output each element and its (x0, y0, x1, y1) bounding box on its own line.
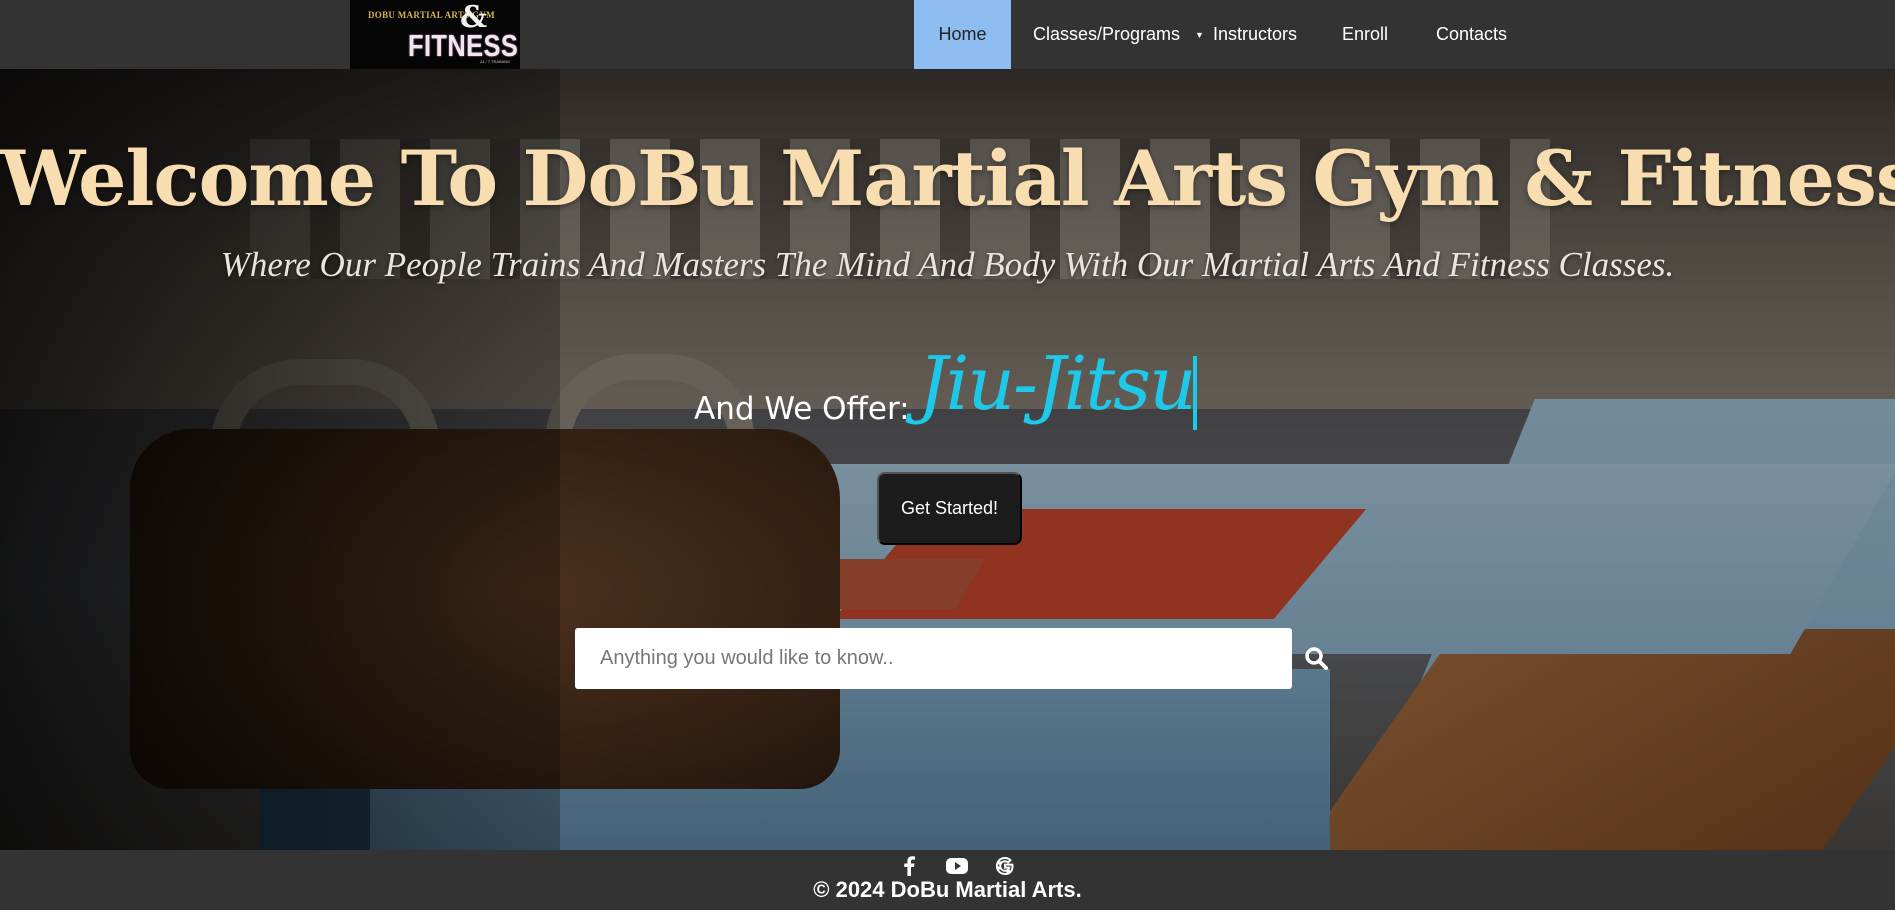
google-icon[interactable] (992, 854, 1018, 878)
nav-links: Home Classes/Programs ▼ Instructors Enro… (914, 0, 1556, 69)
nav-item-label: Home (938, 24, 987, 44)
hero-subtitle: Where Our People Trains And Masters The … (220, 245, 1675, 284)
logo-tagline: 24 / 7 TRAINING (480, 59, 511, 64)
nav-item-contacts[interactable]: Contacts (1436, 0, 1556, 69)
youtube-icon[interactable] (944, 854, 970, 878)
navbar: DOBU MARTIAL ARTS GYM & FITNESS 24 / 7 T… (0, 0, 1895, 69)
facebook-icon[interactable] (896, 854, 922, 878)
logo[interactable]: DOBU MARTIAL ARTS GYM & FITNESS 24 / 7 T… (350, 0, 520, 69)
hero-title: Welcome To DoBu Martial Arts Gym & Fitne… (0, 134, 1895, 223)
search-icon[interactable] (1302, 644, 1332, 674)
hero-section: Welcome To DoBu Martial Arts Gym & Fitne… (0, 69, 1895, 850)
copyright-text: © 2024 DoBu Martial Arts. (813, 877, 1082, 902)
social-links (896, 854, 1018, 878)
offer-line: And We Offer: Jiu-Jitsu (0, 324, 1895, 434)
offer-value: Jiu-Jitsu (918, 341, 1197, 427)
nav-item-enroll[interactable]: Enroll (1342, 0, 1436, 69)
nav-item-instructors[interactable]: Instructors (1213, 0, 1342, 69)
typing-cursor (1193, 356, 1197, 430)
search-input[interactable] (575, 628, 1292, 689)
footer: © 2024 DoBu Martial Arts. (0, 850, 1895, 910)
nav-item-classes-programs[interactable]: Classes/Programs ▼ (1011, 0, 1213, 69)
nav-item-label: Classes/Programs (1033, 24, 1181, 44)
nav-item-label: Enroll (1342, 24, 1389, 44)
nav-item-label: Instructors (1213, 24, 1298, 44)
nav-item-home[interactable]: Home (914, 0, 1011, 69)
get-started-button[interactable]: Get Started! (877, 472, 1022, 545)
nav-item-label: Contacts (1436, 24, 1508, 44)
caret-down-icon: ▼ (1195, 29, 1204, 40)
offer-label: And We Offer: (694, 391, 910, 427)
